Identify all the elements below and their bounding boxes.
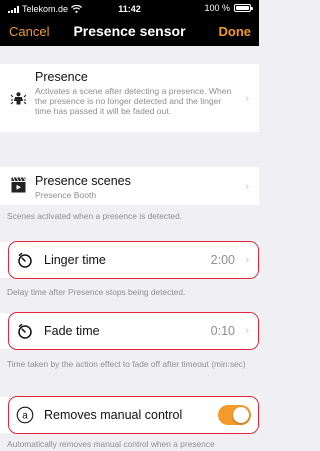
fade-time-footer: Time taken by the action effect to fade … <box>7 359 246 369</box>
removes-manual-control-footer: Automatically removes manual control whe… <box>7 439 215 449</box>
presence-title: Presence <box>35 70 88 84</box>
toggle-knob <box>233 407 249 423</box>
presence-scenes-footer: Scenes activated when a presence is dete… <box>7 211 183 221</box>
fade-time-label: Fade time <box>44 324 100 338</box>
timer-icon <box>18 252 32 268</box>
chevron-right-icon: › <box>245 254 249 266</box>
linger-time-row[interactable]: Linger time 2:00 › <box>0 242 259 278</box>
done-button[interactable]: Done <box>219 24 252 39</box>
presence-person-icon <box>10 92 27 105</box>
linger-time-value: 2:00 <box>210 253 235 267</box>
linger-time-footer: Delay time after Presence stops being de… <box>7 287 186 297</box>
chevron-right-icon: › <box>245 181 249 193</box>
removes-manual-control-row: a Removes manual control <box>0 397 259 433</box>
chevron-right-icon: › <box>245 325 249 337</box>
fade-time-row[interactable]: Fade time 0:10 › <box>0 313 259 349</box>
timer-icon <box>18 323 32 339</box>
battery-icon <box>234 4 253 12</box>
scene-clapperboard-icon <box>11 177 26 193</box>
presence-scenes-row[interactable]: Presence scenes Presence Booth › <box>0 167 259 205</box>
presence-row[interactable]: Presence Activates a scene after detecti… <box>0 64 259 132</box>
presence-scenes-subtitle: Presence Booth <box>35 190 97 200</box>
fade-time-value: 0:10 <box>210 324 235 338</box>
removes-manual-control-toggle[interactable] <box>218 405 251 425</box>
linger-time-label: Linger time <box>44 253 106 267</box>
status-bar: Telekom.de 11:42 100 % <box>0 0 259 18</box>
presence-scenes-title: Presence scenes <box>35 174 131 188</box>
presence-description: Activates a scene after detecting a pres… <box>35 86 232 116</box>
battery-percent: 100 % <box>204 3 230 13</box>
battery-status: 100 % <box>204 3 253 13</box>
auto-a-icon: a <box>16 406 34 424</box>
navigation-bar: Cancel Presence sensor Done <box>0 18 259 46</box>
chevron-right-icon: › <box>245 93 249 105</box>
svg-text:a: a <box>22 411 28 422</box>
removes-manual-control-label: Removes manual control <box>44 408 183 422</box>
